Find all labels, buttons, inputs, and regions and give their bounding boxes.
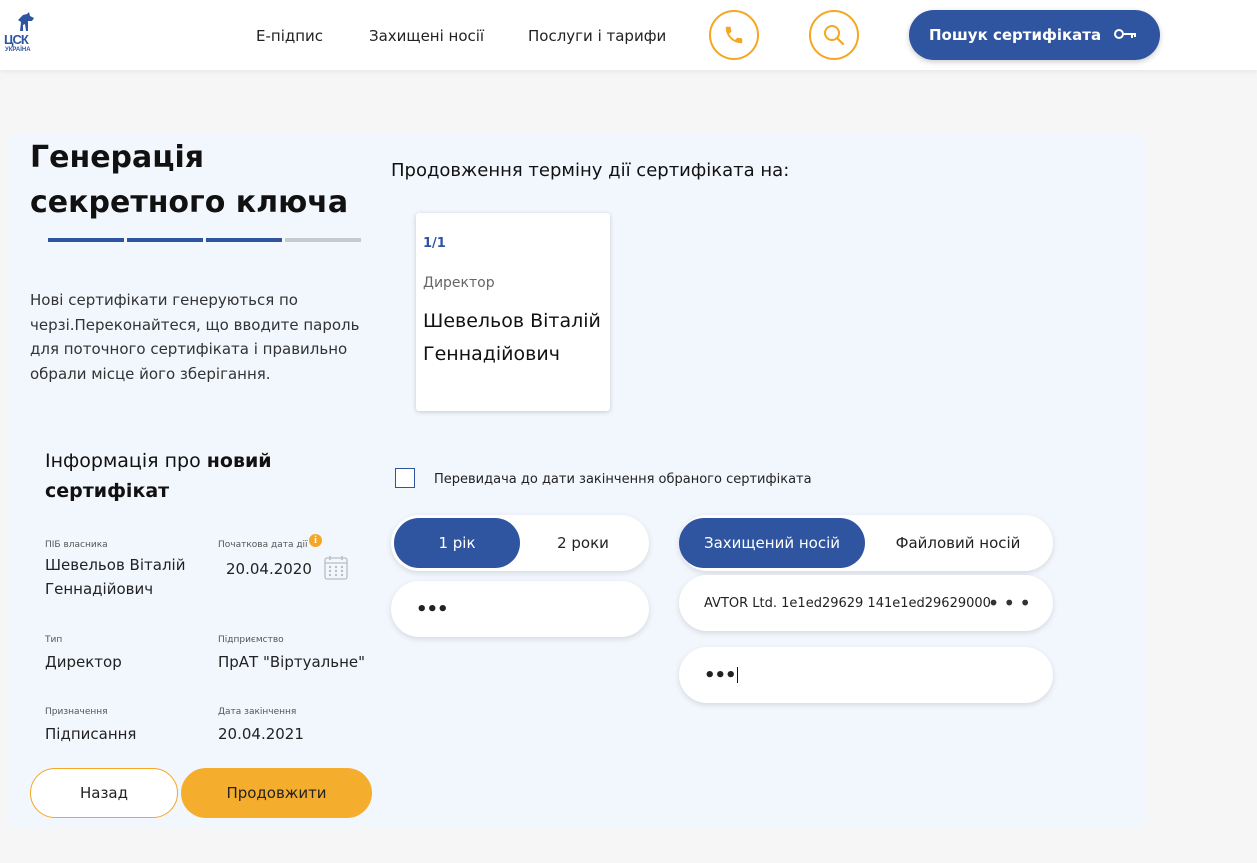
device-select[interactable]: AVTOR Ltd. 1e1ed29629 141e1ed29629000 ••… — [679, 575, 1053, 631]
info-heading: Інформація про новий сертифікат — [45, 446, 345, 506]
device-name: AVTOR Ltd. 1e1ed29629 141e1ed29629000 — [704, 595, 991, 611]
reissue-checkbox-label: Перевидача до дати закінчення обраного с… — [434, 472, 812, 487]
type-value: Директор — [45, 653, 122, 671]
type-label: Тип — [45, 635, 63, 645]
progress-step — [48, 238, 124, 242]
term-toggle: 1 рік 2 роки — [391, 515, 649, 571]
password-input[interactable]: ••• — [391, 581, 649, 637]
calendar-icon[interactable] — [324, 555, 348, 580]
purpose-label: Призначення — [45, 707, 108, 717]
key-icon — [1114, 29, 1136, 39]
header: ЦСК УКРАЇНА Е-підпис Захищені носії Посл… — [0, 0, 1257, 70]
media-password-mask: ••• — [704, 664, 737, 686]
progress-step — [206, 238, 282, 242]
purpose-value: Підписання — [45, 725, 137, 743]
extend-heading: Продовження терміну дії сертифіката на: — [391, 160, 790, 181]
certificate-role: Директор — [423, 275, 495, 291]
reissue-checkbox[interactable] — [395, 468, 415, 488]
password-mask: ••• — [416, 598, 449, 620]
more-options-icon[interactable]: ••• — [988, 591, 1035, 615]
nav-services-tariffs[interactable]: Послуги і тарифи — [528, 27, 666, 45]
intro-text: Нові сертифікати генеруються по черзі.Пе… — [30, 291, 360, 383]
search-certificate-label: Пошук сертифіката — [929, 26, 1102, 44]
progress-step — [127, 238, 203, 242]
nav-e-signature[interactable]: Е-підпис — [256, 27, 323, 45]
owner-label: ПІБ власника — [45, 540, 108, 550]
certificate-owner-name: Шевельов Віталій Геннадійович — [423, 310, 601, 365]
organization-value: ПрАТ "Віртуальне" — [218, 653, 366, 671]
end-date-label: Дата закінчення — [218, 707, 297, 717]
step-progress — [48, 238, 361, 242]
text-caret — [736, 667, 738, 683]
term-option-1-year[interactable]: 1 рік — [394, 518, 520, 568]
info-icon[interactable]: i — [309, 534, 322, 547]
search-icon — [824, 25, 845, 46]
start-date-value: 20.04.2020 — [226, 560, 312, 578]
back-button[interactable]: Назад — [30, 768, 178, 818]
certificate-card[interactable]: 1/1 Директор Шевельов Віталій Геннадійов… — [416, 213, 610, 411]
certificate-counter: 1/1 — [423, 236, 446, 251]
logo-subtext: УКРАЇНА — [5, 47, 31, 53]
media-option-secure[interactable]: Захищений носій — [679, 518, 865, 568]
media-option-file[interactable]: Файловий носій — [865, 518, 1051, 568]
phone-icon — [725, 26, 743, 44]
dog-logo-icon — [18, 12, 34, 31]
search-button[interactable] — [809, 10, 859, 60]
logo-text: ЦСК — [4, 32, 29, 47]
term-option-2-years[interactable]: 2 роки — [520, 518, 646, 568]
nav-secure-media[interactable]: Захищені носії — [369, 27, 484, 45]
organization-label: Підприємство — [218, 635, 284, 645]
owner-value: Шевельов Віталій Геннадійович — [45, 556, 186, 598]
search-certificate-button[interactable]: Пошук сертифіката — [909, 10, 1160, 60]
end-date-value: 20.04.2021 — [218, 725, 304, 743]
phone-button[interactable] — [709, 10, 759, 60]
progress-step — [285, 238, 361, 242]
start-date-label: Початкова дата дії — [218, 540, 308, 550]
continue-button[interactable]: Продовжити — [181, 768, 372, 818]
media-toggle: Захищений носій Файловий носій — [679, 515, 1053, 571]
media-password-input[interactable]: ••• — [679, 647, 1053, 703]
logo[interactable]: ЦСК УКРАЇНА — [4, 12, 40, 58]
info-heading-prefix: Інформація про — [45, 450, 207, 472]
page-title: Генерація секретного ключа — [30, 140, 349, 220]
